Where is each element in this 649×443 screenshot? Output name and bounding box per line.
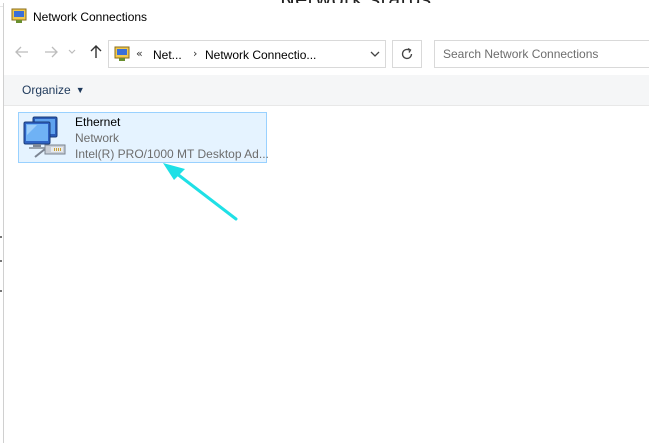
annotation-arrow xyxy=(163,163,238,221)
